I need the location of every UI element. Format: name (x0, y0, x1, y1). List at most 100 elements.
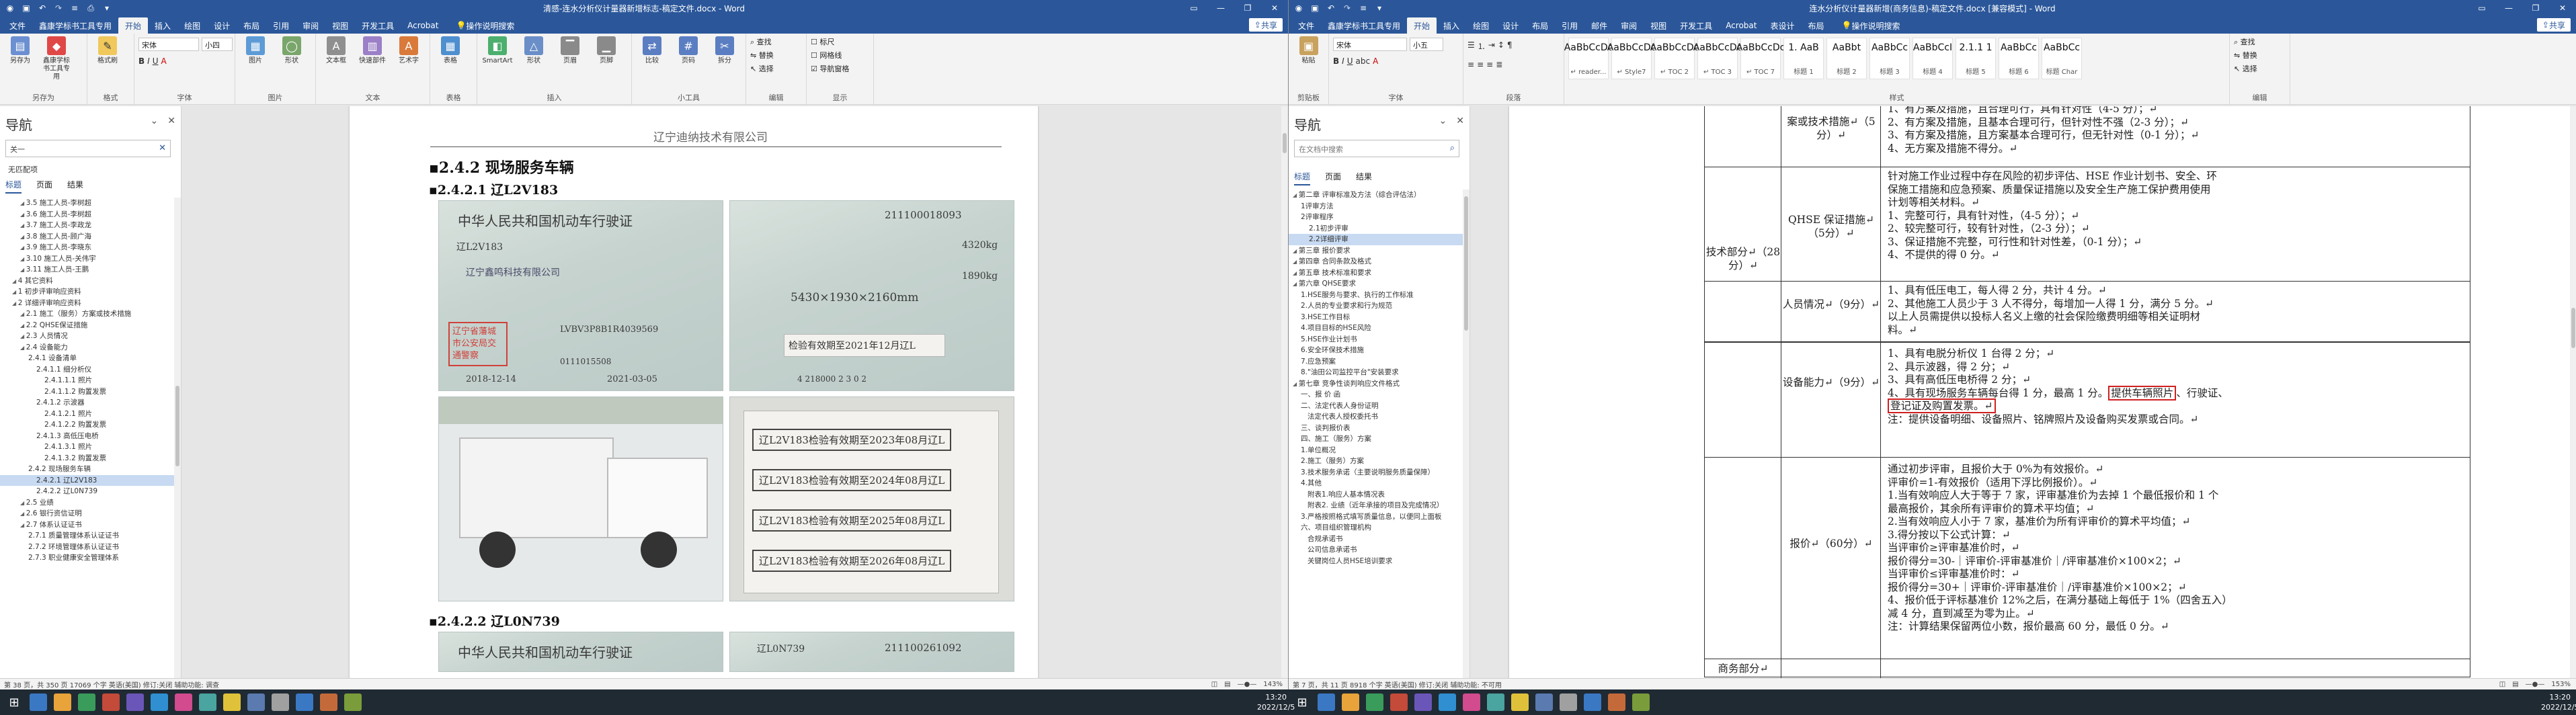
nav-item[interactable]: ◢ 第六章 QHSE要求 (1289, 278, 1465, 290)
expand-arrow-icon[interactable]: ◢ (12, 300, 18, 306)
nav-item[interactable]: 6.安全环保技术措施 (1289, 345, 1465, 356)
autosave-icon[interactable]: ◉ (1293, 3, 1305, 13)
tab-10[interactable]: 开发工具 (355, 17, 401, 34)
tab-4[interactable]: 绘图 (177, 17, 207, 34)
doc-scrollbar[interactable] (2570, 106, 2576, 678)
tab-6[interactable]: 布局 (1525, 17, 1555, 34)
style-6[interactable]: AaBbt 标题 2 (1826, 38, 1867, 79)
nav-item[interactable]: ◢ 2.5 业绩 (0, 497, 176, 509)
taskbar-app-icon[interactable] (296, 693, 313, 711)
navpane-checkbox[interactable]: ☑ 导航窗格 (811, 63, 849, 74)
nav-item[interactable]: 3.HSE工作目标 (1289, 312, 1465, 323)
taskbar-app-icon[interactable] (1487, 693, 1504, 711)
nav-item[interactable]: ◢ 3.6 施工人员-李树超 (0, 209, 176, 220)
style-7[interactable]: AaBbCc 标题 3 (1869, 38, 1910, 79)
taskbar-app-icon[interactable] (223, 693, 241, 711)
header-button[interactable]: ▔ 页眉 (554, 36, 586, 65)
font-color-icon[interactable]: A (1373, 56, 1378, 66)
nav-item[interactable]: 公司信息承诺书 (1289, 544, 1465, 556)
nav-item[interactable]: ◢ 1 初步评审响应资料 (0, 286, 176, 298)
tab-2[interactable]: 开始 (1407, 17, 1437, 34)
nav-item[interactable]: ◢ 第四章 合同条款及格式 (1289, 256, 1465, 267)
indent-icon[interactable]: ⇥ (1488, 40, 1495, 52)
bold-icon[interactable]: B (1333, 56, 1339, 66)
nav-item[interactable]: 1.单位概况 (1289, 445, 1465, 456)
tab-11[interactable]: 开发工具 (1673, 17, 1719, 34)
undo-icon[interactable]: ↶ (36, 3, 48, 13)
quickparts-button[interactable]: ▥ 快速部件 (356, 36, 389, 65)
expand-arrow-icon[interactable]: ◢ (1293, 248, 1299, 254)
license-photo-2-back[interactable]: 辽L0N739 211100261092 (729, 632, 1014, 672)
row-text[interactable]: 针对施工作业过程中存在风险的初步评估、HSE 作业计划书、安全、环 保施工措施和应… (1888, 170, 2217, 262)
replace-button[interactable]: ⇋ 替换 (2234, 50, 2257, 60)
nav-item[interactable]: ◢ 第三章 报价要求 (1289, 245, 1465, 257)
taskbar-app-icon[interactable] (175, 693, 192, 711)
nav-item[interactable]: 2.4.1.3.2 购置发票 (0, 453, 176, 464)
minimize-button[interactable]: — (1207, 0, 1234, 16)
scroll-thumb[interactable] (1464, 196, 1468, 331)
taskbar-app-icon[interactable] (1414, 693, 1432, 711)
taskbar-app-icon[interactable] (102, 693, 120, 711)
redo-icon[interactable]: ↷ (1341, 3, 1353, 13)
textbox-button[interactable]: A 文本框 (320, 36, 352, 65)
nav-item[interactable]: 2.4.1.1 细分析仪 (0, 364, 176, 376)
tab-3[interactable]: 插入 (148, 17, 177, 34)
expand-arrow-icon[interactable]: ◢ (20, 212, 26, 218)
expand-arrow-icon[interactable]: ◢ (1293, 192, 1299, 198)
expand-arrow-icon[interactable]: ◢ (12, 278, 18, 284)
nav-item[interactable]: 2.4.1 设备清单 (0, 353, 176, 364)
ruler-checkbox[interactable]: ☐ 标尺 (811, 36, 834, 47)
nav-item[interactable]: 4.其他 (1289, 478, 1465, 489)
justify-icon[interactable]: ≣ (1496, 60, 1502, 69)
taskbar-app-icon[interactable] (30, 693, 47, 711)
scroll-thumb[interactable] (175, 386, 179, 466)
nav-tab-0[interactable]: 标题 (1294, 171, 1311, 185)
tab-5[interactable]: 设计 (1496, 17, 1525, 34)
nav-close-icon[interactable]: ✕ (1456, 116, 1464, 126)
expand-arrow-icon[interactable]: ◢ (20, 511, 26, 517)
row-text[interactable]: 1、具有低压电工，每人得 2 分，共计 4 分。↵ 2、其他施工人员少于 3 人不… (1888, 284, 2214, 337)
tab-0[interactable]: 文件 (1291, 17, 1321, 34)
wordart-button[interactable]: A 艺术字 (393, 36, 425, 65)
style-0[interactable]: AaBbCcDc ↵ reader... (1564, 38, 1613, 79)
style-8[interactable]: AaBbCcI 标题 4 (1913, 38, 1953, 79)
nav-item[interactable]: ◢ 2 详细评审响应资料 (0, 298, 176, 309)
pagenum-button[interactable]: # 页码 (672, 36, 705, 65)
tab-0[interactable]: 文件 (3, 17, 32, 34)
taskbar-app-icon[interactable] (1463, 693, 1480, 711)
tab-10[interactable]: 视图 (1644, 17, 1673, 34)
nav-item[interactable]: 2.4.1.1.2 购置发票 (0, 386, 176, 398)
autosave-icon[interactable]: ◉ (4, 3, 16, 13)
sort-icon[interactable]: ↕ (1498, 40, 1504, 52)
row-text[interactable]: 1、有方案及措施，且合理可行，具有针对性（4-5 分）；↵ 2、有方案及措施，且基… (1888, 106, 2200, 155)
nav-item[interactable]: ◢ 2.6 银行资信证明 (0, 508, 176, 519)
taskbar-app-icon[interactable] (247, 693, 265, 711)
nav-item[interactable]: 合规承诺书 (1289, 534, 1465, 545)
nav-dropdown-icon[interactable]: ⌄ (151, 116, 159, 126)
expand-arrow-icon[interactable]: ◢ (20, 333, 26, 339)
shapes-button[interactable]: △ 形状 (518, 36, 550, 65)
nav-item[interactable]: 2.4.2.2 辽L0N739 (0, 486, 176, 497)
search-icon[interactable]: ⌕ (1450, 143, 1455, 153)
expand-arrow-icon[interactable]: ◢ (20, 267, 26, 273)
tab-9[interactable]: 视图 (325, 17, 355, 34)
tab-8[interactable]: 邮件 (1584, 17, 1614, 34)
nav-item[interactable]: ◢ 第二章 评审标准及方法（综合评估法） (1289, 190, 1465, 201)
tell-me-search[interactable]: 💡 操作说明搜索 (449, 17, 521, 34)
taskbar-app-icon[interactable] (126, 693, 144, 711)
expand-arrow-icon[interactable]: ◢ (20, 311, 26, 317)
taskbar-app-icon[interactable] (1632, 693, 1650, 711)
nav-item[interactable]: 7.应急预案 (1289, 356, 1465, 368)
nav-item[interactable]: ◢ 2.1 施工（服务）方案或技术措施 (0, 308, 176, 320)
font-size-box[interactable]: 小五 (1410, 38, 1443, 51)
nav-item[interactable]: 2.4.2.1 辽L2V183 (0, 474, 176, 486)
taskbar-app-icon[interactable] (78, 693, 95, 711)
nav-item[interactable]: 2.7.3 职业健康安全管理体系 (0, 552, 176, 564)
expand-arrow-icon[interactable]: ◢ (20, 200, 26, 206)
nav-item[interactable]: ◢ 3.8 施工人员-顾广海 (0, 231, 176, 243)
save-icon[interactable]: ▣ (1309, 3, 1321, 13)
save-icon[interactable]: ▣ (20, 3, 32, 13)
nav-item[interactable]: ◢ 4 其它资料 (0, 276, 176, 287)
expand-arrow-icon[interactable]: ◢ (1293, 281, 1299, 287)
nav-item[interactable]: 8."油田公司监控平台"安装要求 (1289, 367, 1465, 378)
